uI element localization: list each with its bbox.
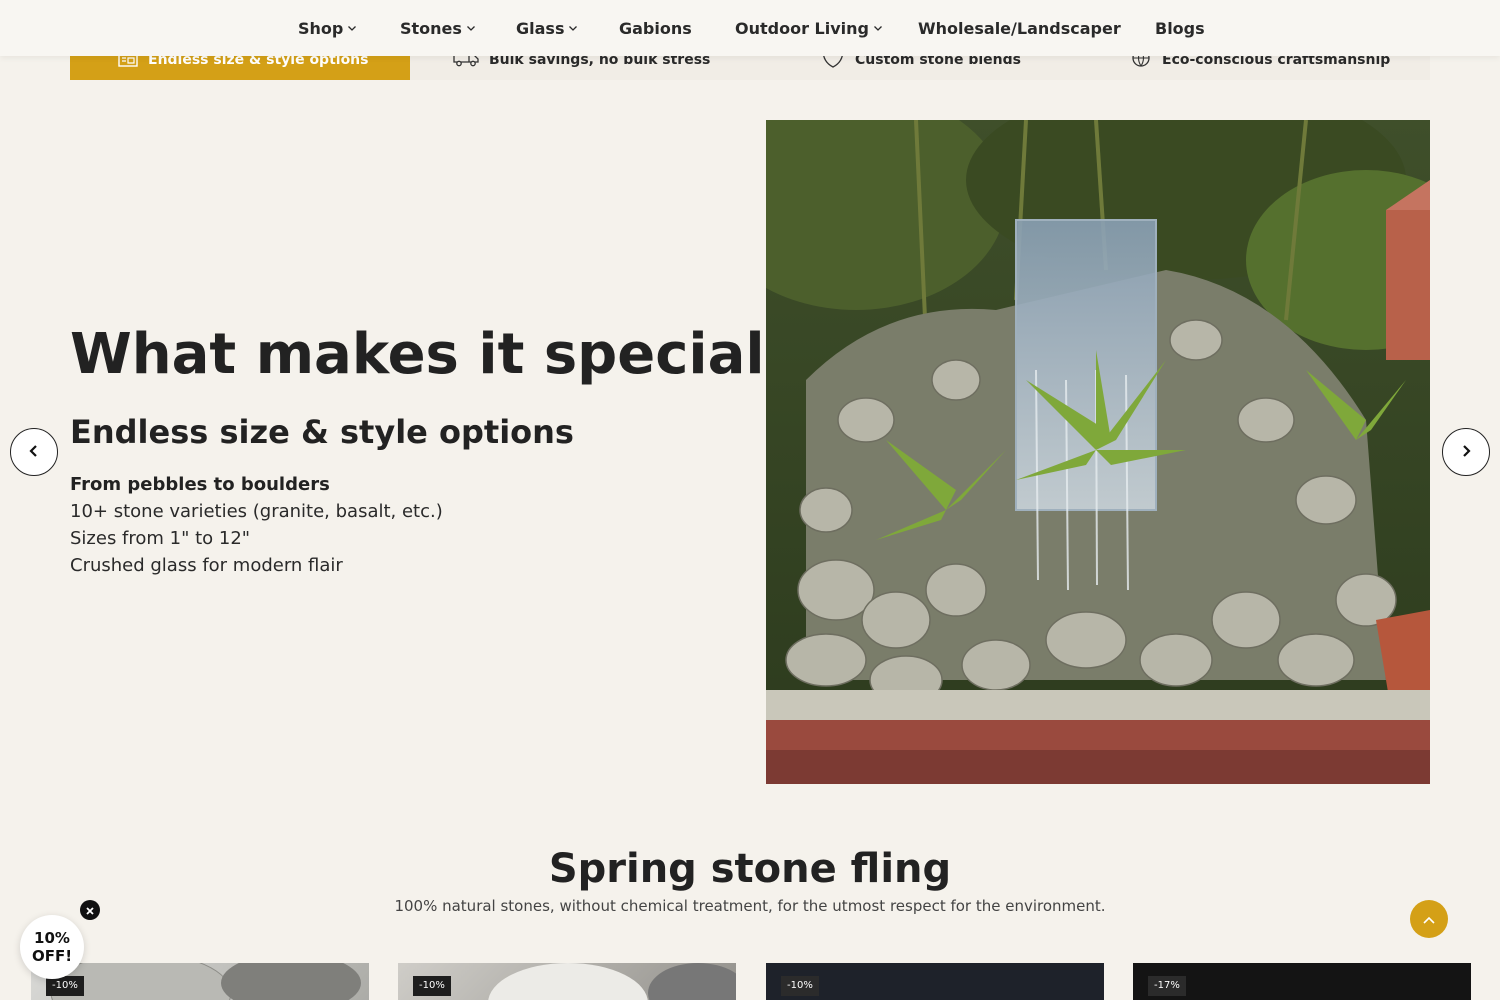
hero-garden-waterfall-image	[766, 120, 1430, 784]
nav-label: Stones	[400, 18, 462, 38]
hero-feature-line: Crushed glass for modern flair	[70, 555, 343, 576]
nav-item-gabions[interactable]: Gabions	[619, 17, 692, 39]
discount-badge: -10%	[413, 976, 451, 996]
nav-item-blogs[interactable]: Blogs	[1155, 17, 1205, 39]
chevron-down-icon	[568, 23, 578, 33]
discount-badge: -10%	[46, 976, 84, 996]
slider-prev-button[interactable]	[10, 428, 58, 476]
product-card[interactable]: -10%	[31, 963, 369, 1000]
product-card[interactable]: -10%	[398, 963, 736, 1000]
chevron-right-icon	[1460, 443, 1472, 462]
nav-item-shop[interactable]: Shop	[298, 17, 357, 39]
product-card[interactable]: -17%	[1133, 963, 1471, 1000]
discount-popup-badge[interactable]: 10% OFF!	[20, 915, 84, 979]
product-card[interactable]: -10%	[766, 963, 1104, 1000]
promo-line: 10%	[34, 929, 70, 947]
section-title: Spring stone fling	[548, 846, 952, 892]
hero-title: What makes it special?	[70, 322, 798, 387]
main-navigation: Shop Stones Glass Gabions Outdoor Living…	[0, 0, 1500, 56]
nav-label: Blogs	[1155, 18, 1205, 38]
promo-line: OFF!	[31, 947, 73, 965]
slider-next-button[interactable]	[1442, 428, 1490, 476]
nav-item-outdoor-living[interactable]: Outdoor Living	[735, 17, 883, 39]
chevron-down-icon	[347, 23, 357, 33]
chevron-left-icon	[28, 443, 40, 462]
nav-label: Gabions	[619, 18, 692, 38]
chevron-down-icon	[873, 23, 883, 33]
nav-item-stones[interactable]: Stones	[400, 17, 476, 39]
chevron-down-icon	[466, 23, 476, 33]
chevron-up-icon	[1422, 910, 1436, 929]
nav-item-wholesale-landscaper[interactable]: Wholesale/Landscaper	[918, 17, 1121, 39]
discount-badge: -17%	[1148, 976, 1186, 996]
section-subtitle: 100% natural stones, without chemical tr…	[394, 897, 1106, 915]
discount-badge: -10%	[781, 976, 819, 996]
scroll-to-top-button[interactable]	[1410, 900, 1448, 938]
hero-lead: From pebbles to boulders	[70, 474, 330, 495]
promo-close-button[interactable]	[80, 900, 100, 920]
nav-label: Glass	[516, 18, 565, 38]
close-icon	[85, 901, 95, 920]
hero-feature-line: 10+ stone varieties (granite, basalt, et…	[70, 501, 443, 522]
nav-label: Shop	[298, 18, 344, 38]
nav-label: Outdoor Living	[735, 18, 869, 38]
hero-feature-line: Sizes from 1" to 12"	[70, 528, 251, 549]
nav-item-glass[interactable]: Glass	[516, 17, 578, 39]
hero-subtitle: Endless size & style options	[70, 413, 574, 451]
nav-label: Wholesale/Landscaper	[918, 18, 1121, 38]
